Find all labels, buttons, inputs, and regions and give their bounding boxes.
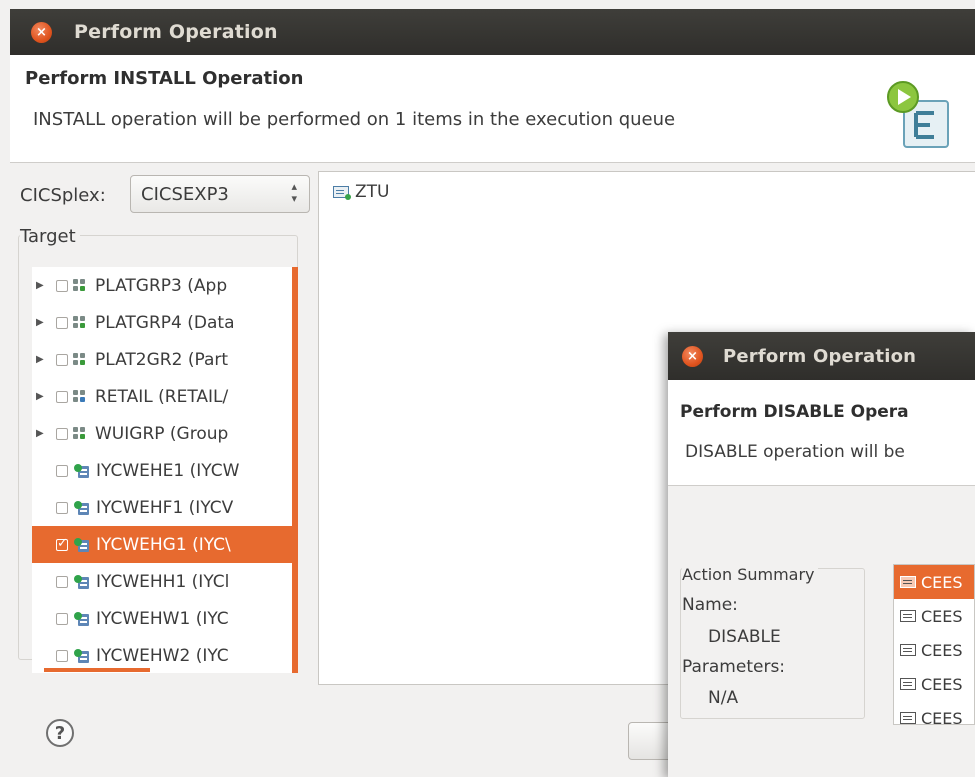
header-description: INSTALL operation will be performed on 1… — [33, 109, 676, 130]
cicsplex-label: CICSplex: — [20, 185, 106, 206]
header-title: Perform DISABLE Opera — [680, 402, 909, 422]
checkbox[interactable] — [56, 575, 68, 588]
region-icon — [74, 500, 89, 515]
parameters-value: N/A — [708, 688, 739, 708]
header-title: Perform INSTALL Operation — [25, 68, 304, 89]
run-list-icon — [887, 81, 949, 148]
tree-item-selected[interactable]: ▶ IYCWEHG1 (IYC\ — [32, 526, 292, 563]
list-item-label: CEES — [921, 606, 963, 626]
checkbox[interactable] — [56, 464, 68, 477]
cicsplex-value: CICSEXP3 — [141, 183, 229, 205]
window-title: Perform Operation — [723, 345, 917, 367]
region-icon — [74, 463, 89, 478]
resource-icon — [900, 610, 916, 622]
list-item-selected[interactable]: CEES — [894, 565, 974, 599]
expand-arrow-icon[interactable]: ▶ — [36, 428, 50, 439]
tree-item[interactable]: ▶ RETAIL (RETAIL/ — [32, 378, 292, 415]
resource-icon — [900, 678, 916, 690]
resource-definition-icon — [333, 186, 351, 200]
expand-arrow-icon[interactable]: ▶ — [36, 280, 50, 291]
target-tree[interactable]: ▶ PLATGRP3 (App ▶ PLATGRP4 (Data ▶ PLAT2… — [32, 267, 298, 673]
tree-item-label: PLAT2GR2 (Part — [95, 349, 229, 370]
close-icon[interactable]: × — [682, 345, 703, 367]
tree-item-label: IYCWEHW1 (IYC — [96, 608, 229, 629]
group-icon — [73, 389, 89, 405]
window-title: Perform Operation — [74, 21, 278, 43]
checkbox[interactable] — [56, 390, 68, 403]
horizontal-scrollbar[interactable] — [44, 668, 150, 672]
tree-item[interactable]: ▶ IYCWEHW1 (IYC — [32, 600, 292, 637]
help-icon[interactable]: ? — [46, 719, 74, 747]
name-value: DISABLE — [708, 627, 781, 647]
list-item-label: CEES — [921, 708, 963, 725]
list-item[interactable]: CEES — [894, 701, 974, 725]
tree-item[interactable]: ▶ IYCWEHF1 (IYCV — [32, 489, 292, 526]
tree-item-label: IYCWEHE1 (IYCW — [96, 460, 240, 481]
group-icon — [73, 278, 89, 294]
title-bar[interactable]: × Perform Operation — [10, 9, 975, 55]
tree-item-label: IYCWEHG1 (IYC\ — [96, 534, 231, 555]
expand-arrow-icon[interactable]: ▶ — [36, 317, 50, 328]
parameters-label: Parameters: — [682, 657, 786, 677]
tree-item[interactable]: ▶ WUIGRP (Group — [32, 415, 292, 452]
list-item[interactable]: CEES — [894, 599, 974, 633]
queue-item-label: ZTU — [355, 182, 390, 202]
expand-arrow-icon[interactable]: ▶ — [36, 391, 50, 402]
checkbox[interactable] — [56, 612, 68, 625]
tree-item-label: RETAIL (RETAIL/ — [95, 386, 229, 407]
tree-item[interactable]: ▶ IYCWEHE1 (IYCW — [32, 452, 292, 489]
checkbox[interactable] — [56, 353, 68, 366]
title-bar[interactable]: × Perform Operation — [668, 332, 975, 380]
group-icon — [73, 315, 89, 331]
group-icon — [73, 352, 89, 368]
region-icon — [74, 574, 89, 589]
tree-item[interactable]: ▶ IYCWEHH1 (IYCl — [32, 563, 292, 600]
tree-item[interactable]: ▶ PLAT2GR2 (Part — [32, 341, 292, 378]
tree-item-label: IYCWEHW2 (IYC — [96, 645, 229, 666]
checkbox[interactable] — [56, 316, 68, 329]
dialog-header: Perform DISABLE Opera DISABLE operation … — [668, 380, 975, 486]
close-icon[interactable]: × — [31, 21, 52, 43]
list-item[interactable]: CEES — [894, 667, 974, 701]
name-label: Name: — [682, 595, 738, 615]
tree-item[interactable]: ▶ PLATGRP3 (App — [32, 267, 292, 304]
queue-item[interactable]: ZTU — [333, 182, 389, 202]
region-icon — [74, 648, 89, 663]
checkbox[interactable] — [56, 427, 68, 440]
checkbox[interactable] — [56, 501, 68, 514]
region-icon — [74, 537, 89, 552]
resource-icon — [900, 712, 916, 724]
target-label: Target — [20, 226, 80, 247]
expand-arrow-icon[interactable]: ▶ — [36, 354, 50, 365]
list-item-label: CEES — [921, 640, 963, 660]
resource-icon — [900, 576, 916, 588]
tree-item[interactable]: ▶ PLATGRP4 (Data — [32, 304, 292, 341]
list-item-label: CEES — [921, 572, 963, 592]
checkbox-checked[interactable] — [56, 536, 68, 551]
cicsplex-select[interactable]: CICSEXP3 ▴ ▾ — [130, 175, 310, 213]
tree-item-label: IYCWEHH1 (IYCl — [96, 571, 230, 592]
tree-item-label: IYCWEHF1 (IYCV — [96, 497, 234, 518]
tree-item-label: PLATGRP4 (Data — [95, 312, 235, 333]
spinner-arrows-icon: ▴ ▾ — [291, 180, 297, 205]
list-item-label: CEES — [921, 674, 963, 694]
region-icon — [74, 611, 89, 626]
dialog-header: Perform INSTALL Operation INSTALL operat… — [10, 55, 975, 163]
group-icon — [73, 426, 89, 442]
list-item[interactable]: CEES — [894, 633, 974, 667]
tree-item-label: WUIGRP (Group — [95, 423, 229, 444]
tree-item-label: PLATGRP3 (App — [95, 275, 228, 296]
perform-disable-dialog: × Perform Operation Perform DISABLE Oper… — [668, 332, 975, 777]
header-description: DISABLE operation will be — [685, 442, 905, 462]
resource-icon — [900, 644, 916, 656]
checkbox[interactable] — [56, 279, 68, 292]
resource-list[interactable]: CEES CEES CEES CEES CEES — [893, 564, 975, 725]
checkbox[interactable] — [56, 649, 68, 662]
action-summary-label: Action Summary — [682, 565, 818, 584]
